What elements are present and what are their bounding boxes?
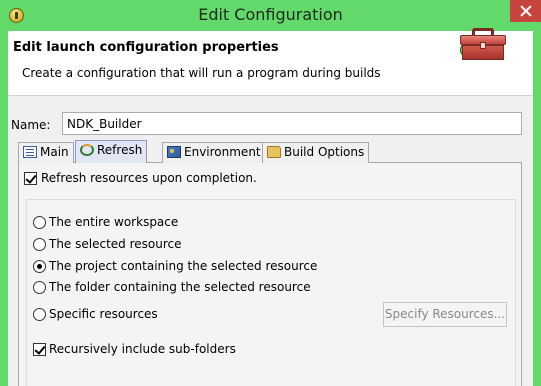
main-tab-icon [23, 146, 37, 158]
specify-resources-button[interactable]: Specify Resources... [383, 302, 507, 327]
radio-selected-resource-label: The selected resource [49, 237, 182, 251]
radio-project-containing-resource-label: The project containing the selected reso… [49, 259, 318, 273]
toolbox-icon [458, 26, 508, 62]
environment-icon [167, 146, 181, 158]
radio-project-containing-resource[interactable] [33, 260, 46, 273]
refresh-icon [80, 144, 94, 156]
radio-folder-containing-resource-label: The folder containing the selected resou… [49, 280, 311, 294]
radio-specific-resources[interactable] [33, 308, 46, 321]
tab-environment-label: Environment [184, 145, 261, 159]
radio-selected-resource[interactable] [33, 238, 46, 251]
tab-environment[interactable]: Environment [162, 142, 266, 163]
header-heading: Edit launch configuration properties [13, 40, 279, 55]
tab-refresh[interactable]: Refresh [75, 140, 148, 163]
refresh-on-completion-checkbox[interactable] [24, 172, 37, 185]
refresh-on-completion-label: Refresh resources upon completion. [41, 171, 257, 185]
dialog-header: Edit launch configuration properties Cre… [8, 31, 533, 96]
header-description: Create a configuration that will run a p… [22, 66, 381, 80]
window-title: Edit Configuration [198, 5, 343, 24]
name-input[interactable] [62, 112, 522, 135]
build-options-icon [267, 146, 281, 158]
radio-specific-resources-label: Specific resources [49, 307, 158, 321]
radio-entire-workspace[interactable] [33, 216, 46, 229]
close-button[interactable] [510, 0, 541, 22]
recursive-subfolders-checkbox[interactable] [33, 343, 46, 356]
tab-main-label: Main [40, 145, 69, 159]
recursive-subfolders-label: Recursively include sub-folders [49, 342, 236, 356]
tab-main[interactable]: Main [18, 142, 74, 163]
tab-refresh-label: Refresh [97, 143, 143, 157]
tab-build-options-label: Build Options [284, 145, 365, 159]
name-label: Name: [11, 118, 51, 132]
radio-folder-containing-resource[interactable] [33, 281, 46, 294]
tab-build-options[interactable]: Build Options [262, 142, 370, 163]
radio-entire-workspace-label: The entire workspace [49, 215, 179, 229]
window-frame-left [0, 31, 8, 386]
window-frame-right [533, 31, 541, 386]
